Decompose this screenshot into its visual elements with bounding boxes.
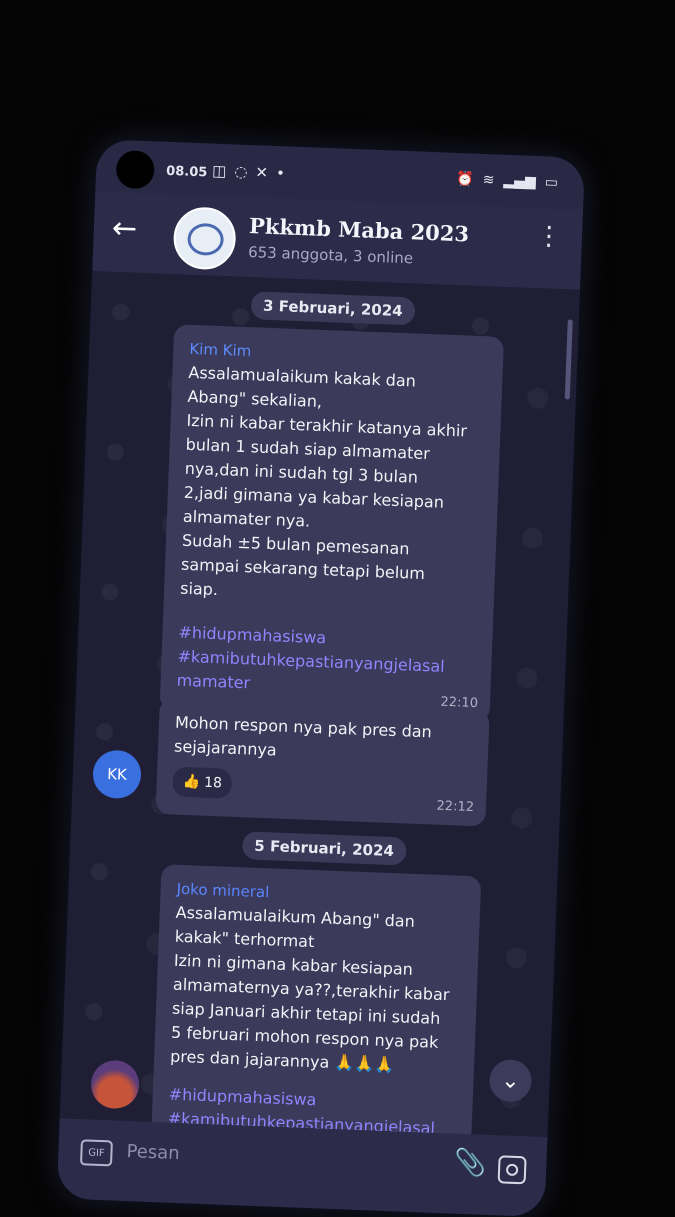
- front-camera: [115, 149, 155, 190]
- group-member-count: 653 anggota, 3 online: [247, 243, 414, 268]
- chevron-down-icon: ⌄: [500, 1067, 521, 1094]
- message-list[interactable]: 3 Februari, 2024 Kim Kim Assalamualaikum…: [59, 271, 580, 1147]
- wifi-icon: ≋: [482, 171, 495, 189]
- signal-icon: ▂▄▆: [503, 172, 537, 191]
- alarm-icon: ⏰: [456, 170, 475, 188]
- paperclip-icon[interactable]: 📎: [453, 1148, 487, 1179]
- status-time: 08.05: [165, 163, 208, 181]
- instagram-icon: ◫: [211, 161, 227, 181]
- group-avatar[interactable]: [172, 206, 237, 271]
- reaction-count: 18: [203, 774, 223, 792]
- message-input[interactable]: Pesan: [126, 1141, 180, 1164]
- thumbs-up-icon: 👍: [182, 773, 201, 791]
- message-bubble[interactable]: Joko mineral Assalamualaikum Abang" dan …: [151, 864, 482, 1147]
- dot-icon: •: [275, 164, 286, 183]
- scroll-down-button[interactable]: ⌄: [488, 1058, 533, 1103]
- date-separator: 5 Februari, 2024: [241, 831, 407, 866]
- more-options-icon[interactable]: ⋮: [535, 221, 562, 252]
- whatsapp-icon: ◌: [234, 162, 248, 181]
- sender-avatar[interactable]: KK: [92, 749, 142, 800]
- battery-icon: ▭: [544, 174, 559, 191]
- phone-screen: 08.05 ◫ ◌ ✕ • ⏰ ≋ ▂▄▆ ▭ ← Pkkmb Maba 202…: [56, 139, 586, 1217]
- x-icon: ✕: [255, 163, 269, 182]
- message-text: Mohon respon nya pak pres dan sejajarann…: [173, 712, 433, 760]
- reaction-chip[interactable]: 👍 18: [172, 766, 233, 799]
- message-bubble[interactable]: Kim Kim Assalamualaikum kakak dan Abang"…: [159, 324, 505, 723]
- sender-avatar[interactable]: [90, 1059, 140, 1110]
- date-separator: 3 Februari, 2024: [250, 291, 416, 326]
- gif-icon[interactable]: GIF: [79, 1139, 113, 1167]
- message-time: 22:12: [436, 798, 475, 816]
- back-arrow-icon[interactable]: ←: [111, 211, 137, 247]
- camera-icon[interactable]: [497, 1155, 527, 1185]
- message-bubble[interactable]: Mohon respon nya pak pres dan sejajarann…: [155, 697, 490, 827]
- group-title[interactable]: Pkkmb Maba 2023: [249, 213, 470, 246]
- scrollbar[interactable]: [564, 319, 573, 400]
